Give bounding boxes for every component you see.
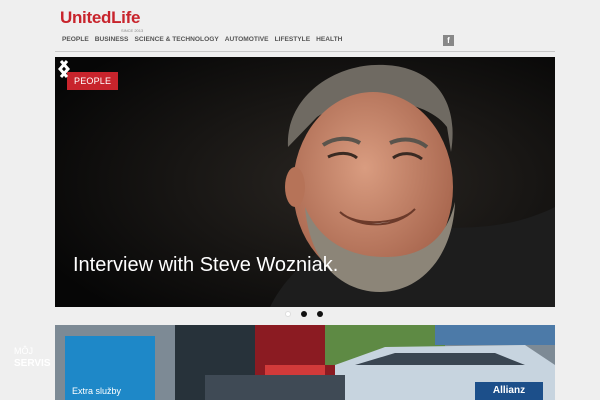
ad-headline: SERVIS: [14, 358, 51, 369]
nav-item-health[interactable]: HEALTH: [316, 36, 342, 43]
facebook-icon[interactable]: f: [443, 35, 454, 46]
logo-text: UnitedLife: [60, 8, 141, 27]
allianz-logo[interactable]: Allianz: [475, 382, 543, 400]
category-badge[interactable]: PEOPLE: [67, 72, 119, 90]
ad-banner[interactable]: Extra služby Allianz: [55, 325, 555, 400]
ad-headline-top: MÔJ: [14, 346, 33, 356]
slider-dot-active[interactable]: [301, 311, 307, 317]
chevron-right-icon[interactable]: [55, 57, 73, 81]
page: UnitedLife SINCE 2013 PEOPLE BUSINESS SC…: [0, 0, 600, 400]
slider-pagination: [285, 311, 323, 317]
nav-item-science-technology[interactable]: SCIENCE & TECHNOLOGY: [134, 36, 218, 43]
nav-item-automotive[interactable]: AUTOMOTIVE: [225, 36, 269, 43]
nav-item-business[interactable]: BUSINESS: [95, 36, 129, 43]
slide-title[interactable]: Interview with Steve Wozniak.: [73, 254, 338, 277]
main-nav: PEOPLE BUSINESS SCIENCE & TECHNOLOGY AUT…: [62, 36, 348, 43]
nav-item-lifestyle[interactable]: LIFESTYLE: [275, 36, 311, 43]
logo-tagline: SINCE 2013: [121, 28, 144, 33]
slider-dot[interactable]: [285, 311, 291, 317]
ad-subline: Extra služby: [72, 386, 122, 396]
featured-slider[interactable]: PEOPLE Interview with Steve Wozniak.: [55, 57, 555, 307]
header-divider: [55, 51, 555, 52]
nav-item-people[interactable]: PEOPLE: [62, 36, 89, 43]
slider-dot[interactable]: [317, 311, 323, 317]
